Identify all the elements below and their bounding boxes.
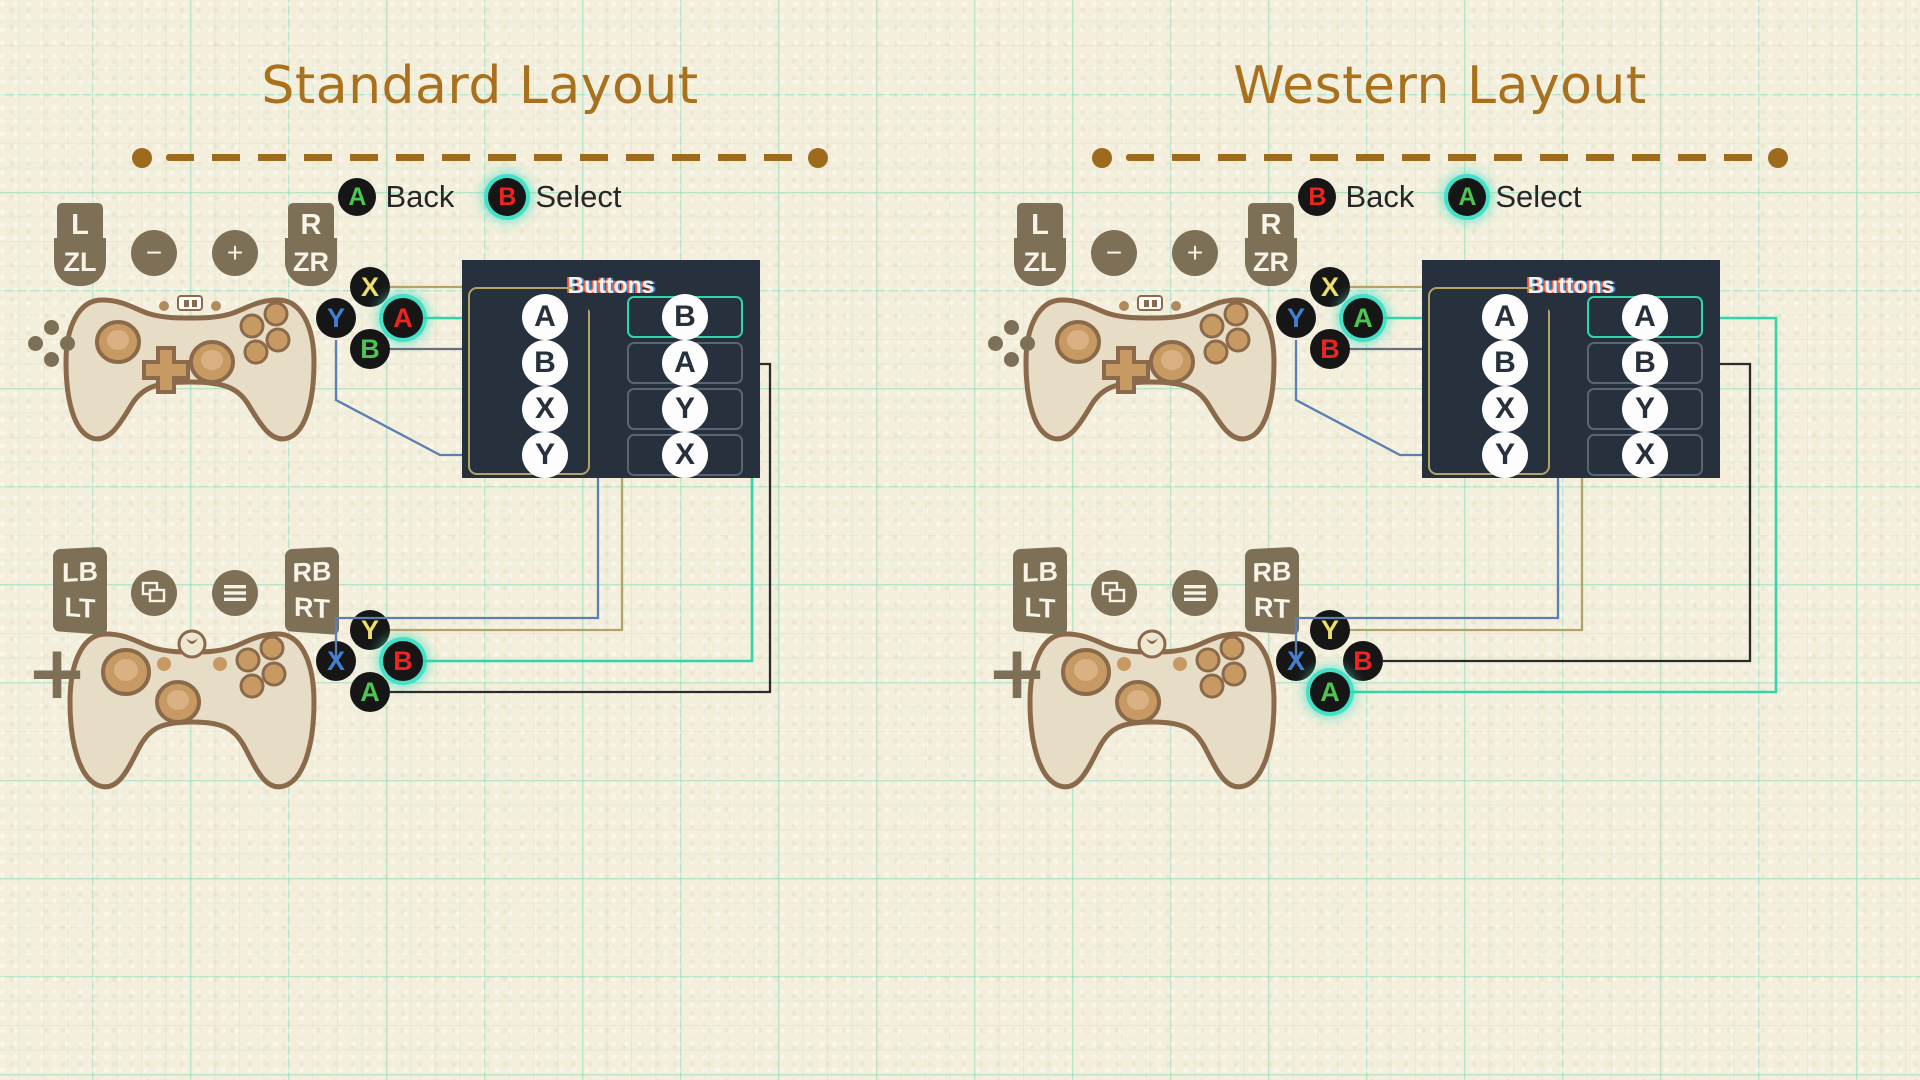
nintendo-face-button-y[interactable]: Y: [316, 298, 356, 338]
legend-label-select: Select: [1495, 179, 1582, 214]
dpad-plus-icon-western: +: [986, 630, 1049, 716]
nintendo-pro-controller-art: [63, 295, 317, 442]
shoulder-chip-zr: ZR: [285, 238, 337, 286]
panel-left-pill-y[interactable]: Y: [1482, 432, 1528, 478]
legend-item-back: A Back: [338, 178, 454, 216]
panel-right-pill-0[interactable]: B: [662, 294, 708, 340]
page-title-western: Western Layout: [1233, 56, 1647, 116]
xbox-face-button-x[interactable]: X: [316, 641, 356, 681]
legend-standard: A Back B Select: [0, 178, 960, 216]
legend-label-back: Back: [1345, 179, 1415, 214]
legend-button-a-icon: A: [338, 178, 377, 216]
xbox-controller-art: [67, 629, 317, 790]
panel-left-pill-a[interactable]: A: [1482, 294, 1528, 340]
xbox-face-button-b[interactable]: B: [383, 641, 423, 681]
divider-dot-right: [808, 148, 828, 168]
nintendo-pro-controller-art: [1023, 295, 1277, 442]
xbox-face-button-y[interactable]: Y: [350, 610, 390, 650]
legend-button-a-icon: A: [1448, 178, 1487, 216]
minus-button-icon: −: [1091, 230, 1137, 276]
minus-button-icon: −: [131, 230, 177, 276]
panel-right-pill-3[interactable]: X: [1622, 432, 1668, 478]
shoulder-chip-zl: ZL: [1014, 238, 1066, 286]
page-title-standard: Standard Layout: [261, 56, 699, 116]
shoulder-chip-rt: RT: [285, 581, 339, 635]
nintendo-face-button-a[interactable]: A: [1343, 298, 1383, 338]
legend-button-b-icon: B: [488, 178, 527, 216]
nintendo-face-button-x[interactable]: X: [350, 267, 390, 307]
panel-right-pill-0[interactable]: A: [1622, 294, 1668, 340]
xbox-face-button-y[interactable]: Y: [1310, 610, 1350, 650]
nintendo-face-button-b[interactable]: B: [1310, 329, 1350, 369]
panel-right-pill-1[interactable]: B: [1622, 340, 1668, 386]
panel-left-pill-b[interactable]: B: [522, 340, 568, 386]
divider-dash: [166, 154, 794, 161]
plus-button-icon: +: [212, 230, 258, 276]
legend-item-select: A Select: [1448, 178, 1582, 216]
dpad-plus-icon-standard: +: [26, 630, 89, 716]
legend-label-back: Back: [385, 179, 455, 214]
shoulder-chip-zl: ZL: [54, 238, 106, 286]
panel-right-pill-1[interactable]: A: [662, 340, 708, 386]
legend-label-select: Select: [535, 179, 622, 214]
nintendo-face-button-x[interactable]: X: [1310, 267, 1350, 307]
divider-dash: [1126, 154, 1754, 161]
xbox-face-button-a[interactable]: A: [350, 672, 390, 712]
xbox-controller-art: [1027, 629, 1277, 790]
title-divider-western: [1092, 148, 1788, 168]
plus-button-icon: +: [1172, 230, 1218, 276]
dpad-dots-icon-western: [988, 320, 1035, 367]
dpad-dots-icon-standard: [28, 320, 75, 367]
menu-button-icon[interactable]: [212, 570, 258, 616]
panel-right-pill-2[interactable]: Y: [662, 386, 708, 432]
layout-panel-standard: Standard Layout A Back B Select L ZL R Z…: [0, 0, 960, 1080]
title-divider-standard: [132, 148, 828, 168]
nintendo-face-button-b[interactable]: B: [350, 329, 390, 369]
nintendo-face-button-a[interactable]: A: [383, 298, 423, 338]
panel-left-pill-y[interactable]: Y: [522, 432, 568, 478]
panel-left-pill-x[interactable]: X: [1482, 386, 1528, 432]
panel-right-pill-2[interactable]: Y: [1622, 386, 1668, 432]
view-button-icon[interactable]: [131, 570, 177, 616]
legend-western: B Back A Select: [960, 178, 1920, 216]
panel-right-pill-3[interactable]: X: [662, 432, 708, 478]
panel-left-pill-b[interactable]: B: [1482, 340, 1528, 386]
windows-icon: [1101, 581, 1126, 603]
panel-left-pill-x[interactable]: X: [522, 386, 568, 432]
layout-panel-western: Western Layout B Back A Select L ZL R ZR…: [960, 0, 1920, 1080]
nintendo-face-button-y[interactable]: Y: [1276, 298, 1316, 338]
view-button-icon[interactable]: [1091, 570, 1137, 616]
xbox-face-button-a[interactable]: A: [1310, 672, 1350, 712]
hamburger-icon: [1184, 585, 1206, 601]
legend-item-select: B Select: [488, 178, 622, 216]
divider-dot-left: [1092, 148, 1112, 168]
menu-button-icon[interactable]: [1172, 570, 1218, 616]
windows-icon: [141, 581, 166, 603]
xbox-face-button-x[interactable]: X: [1276, 641, 1316, 681]
shoulder-chip-lt: LT: [1013, 581, 1067, 635]
shoulder-chip-zr: ZR: [1245, 238, 1297, 286]
legend-button-b-icon: B: [1298, 178, 1337, 216]
divider-dot-right: [1768, 148, 1788, 168]
legend-item-back: B Back: [1298, 178, 1414, 216]
hamburger-icon: [224, 585, 246, 601]
shoulder-chip-lt: LT: [53, 581, 107, 635]
shoulder-chip-rt: RT: [1245, 581, 1299, 635]
divider-dot-left: [132, 148, 152, 168]
panel-left-pill-a[interactable]: A: [522, 294, 568, 340]
xbox-face-button-b[interactable]: B: [1343, 641, 1383, 681]
